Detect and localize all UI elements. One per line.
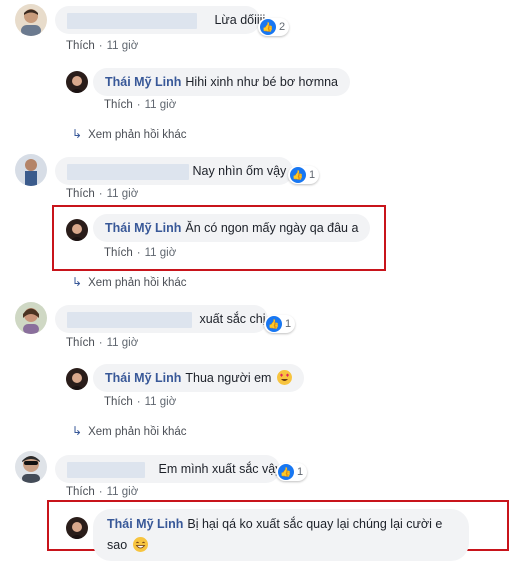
reply-arrow-icon: ↳ (72, 275, 83, 289)
like-link[interactable]: Thích (66, 486, 95, 498)
reply-bubble: Thái Mỹ Linh Bị hại qá ko xuất sắc quay l… (93, 509, 469, 561)
comment-bubble: Lừa dốiiii (55, 6, 265, 34)
comment-actions: Thích · 11 giờ (66, 188, 139, 200)
commenter-avatar[interactable] (15, 154, 47, 186)
comment-text: Em mình xuất sắc vậy (158, 462, 282, 476)
reply-author[interactable]: Thái Mỹ Linh (105, 75, 181, 89)
reply-avatar[interactable] (66, 368, 88, 390)
redacted-name (67, 12, 197, 29)
reply-avatar[interactable] (66, 219, 88, 241)
like-link[interactable]: Thích (66, 337, 95, 349)
like-link[interactable]: Thích (66, 40, 95, 52)
reply-actions: Thích · 11 giờ (104, 396, 177, 408)
reaction-count[interactable]: 👍 1 (276, 463, 308, 481)
reply-text: Ăn có ngon mấy ngày qa đâu a (185, 221, 359, 235)
timestamp[interactable]: 11 giờ (145, 396, 177, 408)
reply-actions: Thích · 11 giờ (104, 247, 177, 259)
reply-bubble: Thái Mỹ Linh Hihi xinh như bé bơ hơmna (93, 68, 351, 96)
commenter-avatar[interactable] (15, 451, 47, 483)
reply-text: Thua người em (185, 371, 272, 385)
reaction-count[interactable]: 👍 1 (288, 166, 320, 184)
timestamp[interactable]: 11 giờ (145, 99, 177, 111)
more-replies-link[interactable]: ↳ Xem phản hồi khác (72, 275, 187, 289)
grinning-emoji (132, 537, 148, 552)
reply-author[interactable]: Thái Mỹ Linh (105, 221, 181, 235)
comment-bubble: Nay nhìn ốm vậy (55, 157, 293, 185)
redacted-name (67, 461, 145, 478)
reply-bubble: Thái Mỹ Linh Ăn có ngon mấy ngày qa đâu a (93, 214, 371, 242)
commenter-avatar[interactable] (15, 302, 47, 334)
redacted-name (67, 163, 189, 180)
reply-author[interactable]: Thái Mỹ Linh (107, 517, 183, 531)
redacted-name (67, 311, 192, 328)
comment-actions: Thích · 11 giờ (66, 40, 139, 52)
more-replies-link[interactable]: ↳ Xem phản hồi khác (72, 127, 187, 141)
comment-actions: Thích · 11 giờ (66, 337, 139, 349)
like-link[interactable]: Thích (66, 188, 95, 200)
timestamp[interactable]: 11 giờ (107, 486, 139, 498)
like-reaction-icon: 👍 (266, 316, 282, 332)
like-link[interactable]: Thích (104, 396, 133, 408)
reply-author[interactable]: Thái Mỹ Linh (105, 371, 181, 385)
reply-text: Hihi xinh như bé bơ hơmna (185, 75, 339, 89)
reply-avatar[interactable] (66, 71, 88, 93)
like-reaction-icon: 👍 (260, 19, 276, 35)
like-link[interactable]: Thích (104, 99, 133, 111)
reply-arrow-icon: ↳ (72, 127, 83, 141)
timestamp[interactable]: 11 giờ (107, 188, 139, 200)
timestamp[interactable]: 11 giờ (107, 337, 139, 349)
comment-text: Nay nhìn ốm vậy (192, 164, 287, 178)
comment-bubble: Em mình xuất sắc vậy (55, 455, 282, 483)
like-reaction-icon: 👍 (290, 167, 306, 183)
comment-bubble: xuất sắc chị (55, 305, 268, 333)
reply-arrow-icon: ↳ (72, 424, 83, 438)
commenter-avatar[interactable] (15, 4, 47, 36)
reply-actions: Thích · 11 giờ (104, 99, 177, 111)
timestamp[interactable]: 11 giờ (107, 40, 139, 52)
more-replies-link[interactable]: ↳ Xem phản hồi khác (72, 424, 187, 438)
timestamp[interactable]: 11 giờ (145, 247, 177, 259)
heart-eyes-emoji (276, 370, 292, 385)
like-reaction-icon: 👍 (278, 464, 294, 480)
comment-actions: Thích · 11 giờ (66, 486, 139, 498)
comment-text: xuất sắc chị (199, 312, 266, 326)
reaction-count[interactable]: 👍 1 (264, 315, 296, 333)
reply-avatar[interactable] (66, 517, 88, 539)
like-link[interactable]: Thích (104, 247, 133, 259)
reaction-count[interactable]: 👍 2 (258, 18, 290, 36)
reply-bubble: Thái Mỹ Linh Thua người em (93, 364, 304, 392)
